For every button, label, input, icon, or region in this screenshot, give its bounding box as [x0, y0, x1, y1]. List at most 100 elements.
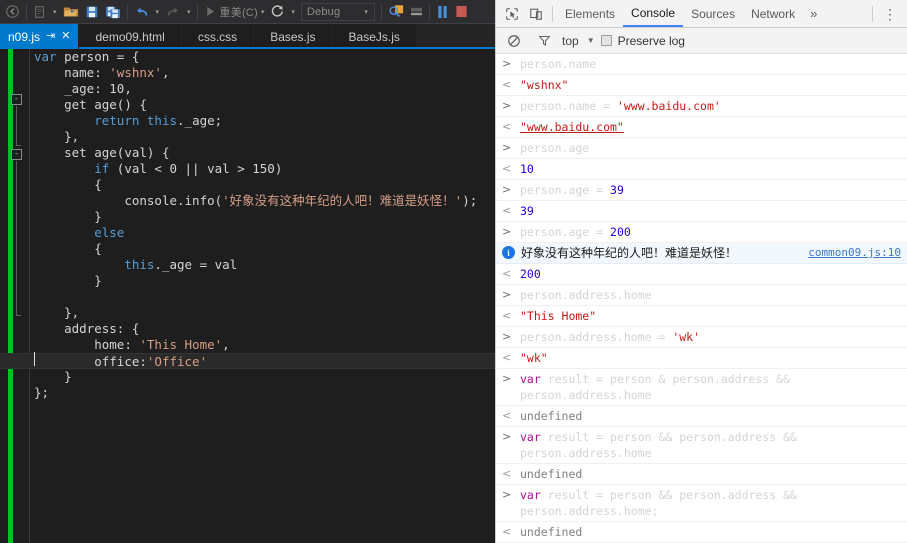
editor-tab-2[interactable]: css.css	[181, 24, 255, 49]
back-arrow-icon[interactable]	[2, 1, 23, 23]
clear-console-icon[interactable]	[502, 29, 526, 53]
refresh-caret-icon[interactable]: ▾	[288, 8, 298, 16]
code-token: set age(val) {	[64, 145, 170, 160]
editor-tab-4[interactable]: BaseJs.js	[332, 24, 417, 49]
run-config-label[interactable]: 重美(C)	[220, 4, 258, 20]
console-row-output[interactable]: < undefined	[496, 406, 907, 427]
kebab-menu-icon[interactable]: ⋮	[877, 7, 903, 21]
console-row-input[interactable]: > person.age	[496, 138, 907, 159]
device-toolbar-icon[interactable]	[524, 2, 548, 26]
open-folder-icon[interactable]	[60, 1, 82, 23]
console-input-arrow-icon: >	[502, 99, 512, 112]
console-row-output[interactable]: <10	[496, 159, 907, 180]
pin-tab-icon[interactable]: ⇥	[46, 31, 55, 42]
console-row-input[interactable]: > person.address.home	[496, 285, 907, 306]
pause-icon[interactable]	[433, 1, 452, 23]
console-row-output[interactable]: <39	[496, 201, 907, 222]
run-icon[interactable]	[201, 1, 220, 23]
console-output-arrow-icon: <	[502, 351, 512, 364]
code-token: );	[462, 193, 478, 208]
console-output-list[interactable]: > person.name < "wshnx" > person.name = 'www.…	[496, 54, 907, 543]
console-row-text: 10	[520, 161, 901, 177]
code-token: get age() {	[64, 97, 147, 112]
console-input-arrow-icon: >	[502, 183, 512, 196]
console-token: result = person & person.address && pers…	[520, 372, 791, 402]
undo-caret-icon[interactable]: ▾	[153, 8, 163, 16]
console-row-text: "wshnx"	[520, 77, 901, 93]
code-token: else	[94, 225, 125, 240]
code-line: }	[20, 209, 495, 225]
console-row-input[interactable]: > var result = person && person.address &…	[496, 427, 907, 464]
devtools-tab-bar: Elements Console Sources Network » ⋮	[496, 0, 907, 28]
console-token: "wk"	[520, 351, 548, 365]
console-row-text: "wk"	[520, 350, 901, 366]
code-line: office:'Office'	[0, 353, 495, 369]
redo-icon[interactable]	[162, 1, 184, 23]
new-item-icon[interactable]	[30, 1, 50, 23]
execution-context-caret-icon[interactable]: ▼	[587, 36, 595, 45]
undo-icon[interactable]	[131, 1, 153, 23]
code-text[interactable]: var person = { name: 'wshnx', _age: 10, …	[0, 49, 495, 543]
run-caret-icon[interactable]: ▾	[258, 8, 268, 16]
code-token: };	[34, 385, 50, 400]
code-line: home: 'This Home',	[20, 337, 495, 353]
find-icon[interactable]	[385, 1, 407, 23]
devtools-tab-sources[interactable]: Sources	[683, 0, 743, 27]
console-row-input[interactable]: > person.name = 'www.baidu.com'	[496, 96, 907, 117]
console-row-output[interactable]: < "wk"	[496, 348, 907, 369]
layout-icon[interactable]	[407, 1, 426, 23]
console-info-message: 好象没有这种年纪的人吧！难道是妖怪！	[521, 246, 738, 260]
console-token: 200	[520, 267, 541, 281]
redo-caret-icon[interactable]: ▾	[184, 8, 194, 16]
editor-tab-3[interactable]: Bases.js	[254, 24, 333, 49]
devtools-tab-console[interactable]: Console	[623, 0, 684, 27]
console-token: person.name =	[520, 99, 617, 113]
save-icon[interactable]	[82, 1, 102, 23]
console-row-input[interactable]: > person.address.home = 'wk'	[496, 327, 907, 348]
code-token: ,	[124, 81, 132, 96]
new-item-caret-icon[interactable]: ▾	[50, 8, 60, 16]
toolbar-separator-5	[428, 3, 430, 20]
save-all-icon[interactable]	[102, 1, 124, 23]
console-row-input[interactable]: > person.age = 200	[496, 222, 907, 243]
code-token: 'wshnx'	[109, 65, 162, 80]
console-token: undefined	[520, 525, 583, 539]
execution-context-label[interactable]: top	[562, 34, 579, 48]
devtools-tab-network[interactable]: Network	[743, 0, 803, 27]
editor-tab-1[interactable]: demo09.html	[79, 24, 182, 49]
filter-icon[interactable]	[532, 29, 556, 53]
editor-tab-0[interactable]: n09.js ⇥ ✕	[0, 24, 80, 49]
console-row-output[interactable]: < "This Home"	[496, 306, 907, 327]
editor-toolbar: ▾ ▾ ▾ 重美(C) ▾ ▾ Debug ▾	[0, 0, 495, 24]
code-token: ,	[222, 337, 230, 352]
console-input-arrow-icon: >	[502, 488, 512, 501]
code-line: name: 'wshnx',	[20, 65, 495, 81]
console-row-output[interactable]: < "www.baidu.com"	[496, 117, 907, 138]
preserve-log-label[interactable]: Preserve log	[618, 34, 685, 48]
console-row-output[interactable]: < undefined	[496, 464, 907, 485]
stop-icon[interactable]	[452, 1, 471, 23]
debug-config-select[interactable]: Debug ▾	[300, 2, 375, 21]
console-row-output[interactable]: <200	[496, 264, 907, 285]
close-tab-icon[interactable]: ✕	[61, 31, 70, 42]
console-row-output[interactable]: < undefined	[496, 522, 907, 543]
console-token: person.age =	[520, 225, 611, 239]
console-row-input[interactable]: > person.name	[496, 54, 907, 75]
more-tabs-icon[interactable]: »	[803, 6, 824, 21]
devtools-toolbar-separator	[552, 5, 553, 22]
refresh-icon[interactable]	[267, 1, 288, 23]
console-row-info[interactable]: i 好象没有这种年纪的人吧！难道是妖怪！ common09.js:10	[496, 243, 907, 264]
devtools-tab-elements[interactable]: Elements	[557, 0, 623, 27]
preserve-log-checkbox[interactable]	[600, 35, 612, 46]
console-row-input[interactable]: > var result = person && person.address &…	[496, 485, 907, 522]
console-input-arrow-icon: >	[502, 372, 512, 385]
console-source-link[interactable]: common09.js:10	[808, 245, 901, 261]
console-row-input[interactable]: > person.age = 39	[496, 180, 907, 201]
code-area[interactable]: - - var person = { name: 'wshnx', _age: …	[0, 49, 495, 543]
code-token: 10	[109, 81, 125, 96]
console-output-arrow-icon: <	[502, 309, 512, 322]
console-row-text: person.address.home = 'wk'	[520, 329, 901, 345]
console-row-output[interactable]: < "wshnx"	[496, 75, 907, 96]
console-row-input[interactable]: > var result = person & person.address &&…	[496, 369, 907, 406]
inspect-element-icon[interactable]	[500, 2, 524, 26]
